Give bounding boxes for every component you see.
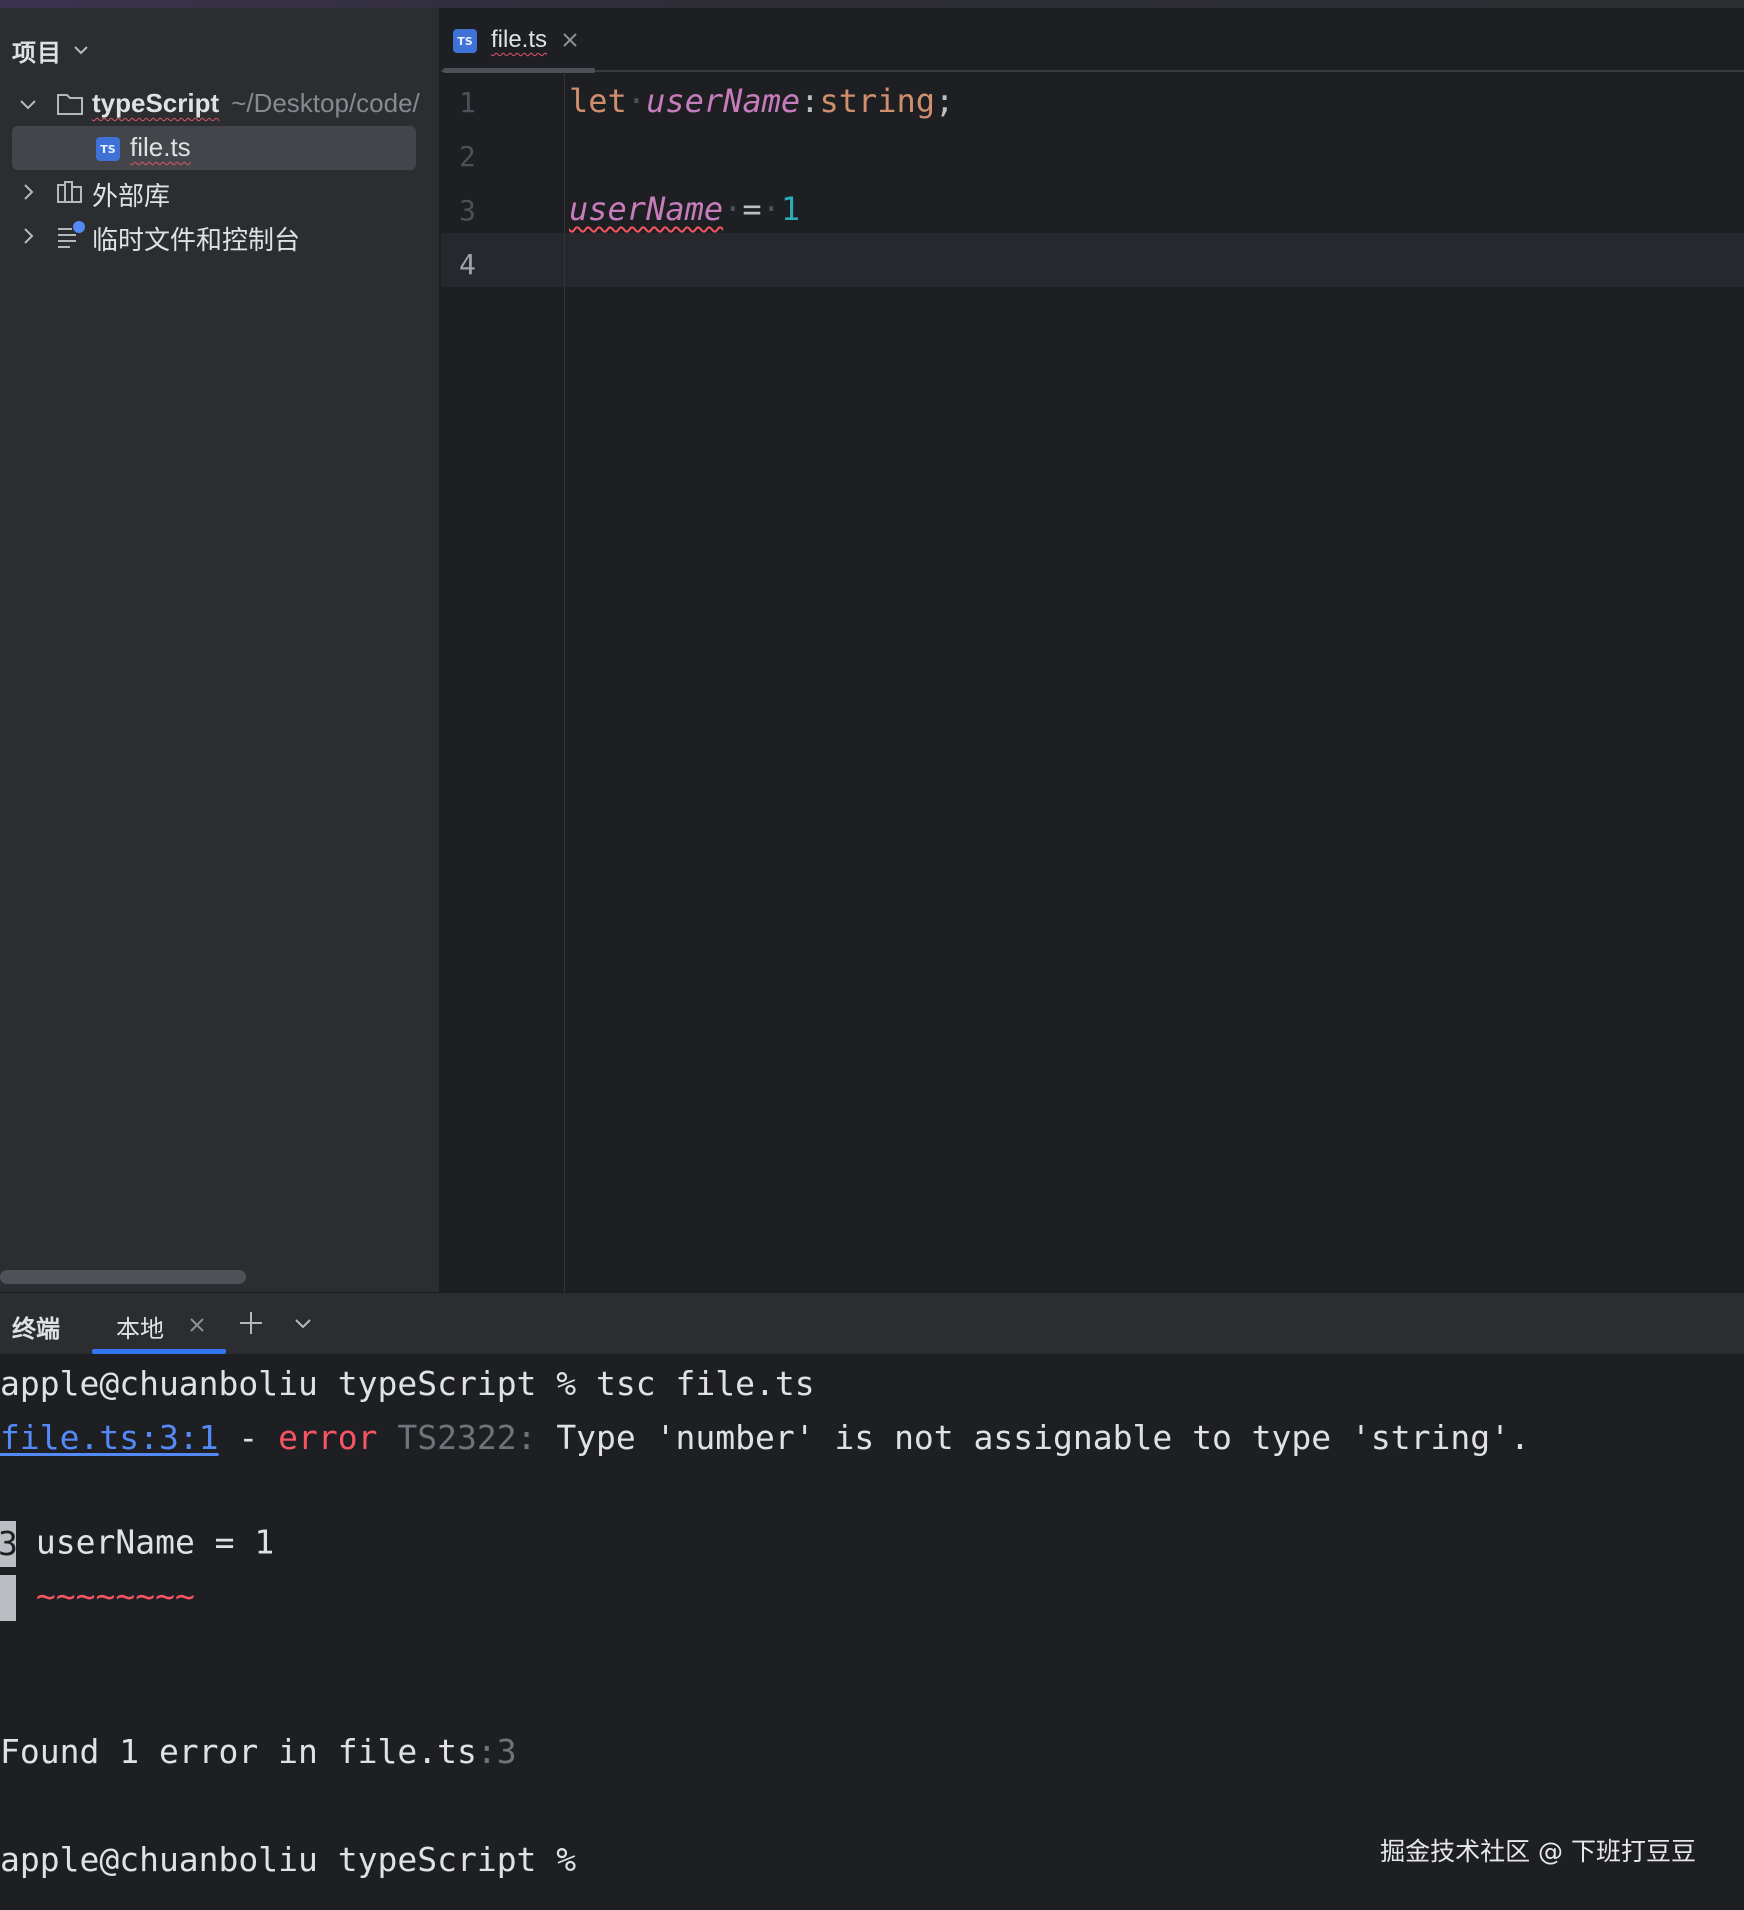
chevron-down-icon[interactable]	[72, 41, 90, 59]
library-icon	[56, 179, 84, 205]
editor: TS file.ts 1 2 3 4 let·userName:string; …	[441, 8, 1744, 1292]
terminal-source-line: 3 userName = 1	[0, 1521, 274, 1567]
error-word: error	[278, 1418, 378, 1457]
line-number: 2	[459, 140, 476, 173]
folder-icon	[56, 91, 84, 117]
window-top-strip	[0, 0, 1744, 8]
source-gutter-marker	[0, 1575, 16, 1621]
error-message: Type 'number' is not assignable to type …	[556, 1418, 1530, 1457]
watermark: 掘金技术社区 @ 下班打豆豆	[1380, 1837, 1696, 1866]
code-assign: =	[742, 190, 762, 228]
terminal-title: 终端	[12, 1316, 60, 1343]
code-variable: userName	[646, 82, 801, 120]
code-number: 1	[780, 190, 801, 228]
tree-item-root[interactable]: typeScript ~/Desktop/code/	[0, 82, 439, 126]
plus-icon[interactable]	[238, 1310, 264, 1336]
chevron-right-icon[interactable]	[18, 182, 38, 202]
code-colon: :	[800, 82, 820, 120]
line-number-gutter: 1 2 3 4	[441, 72, 565, 1292]
code-line-1[interactable]: let·userName:string;	[569, 82, 954, 120]
tree-file-name: file.ts	[130, 132, 191, 162]
terminal-command-line: apple@chuanboliu typeScript % tsc file.t…	[0, 1364, 815, 1403]
tree-root-path: ~/Desktop/code/	[231, 88, 420, 118]
error-tildes: ~~~~~~~~	[35, 1576, 195, 1616]
project-panel: 项目 typeScript ~/Desktop/code/ TS file.ts …	[0, 8, 440, 1292]
terminal-output[interactable]: apple@chuanboliu typeScript % tsc file.t…	[0, 1354, 1744, 1910]
terminal-tab-local[interactable]: 本地	[92, 1293, 226, 1355]
tree-item-scratches[interactable]: 临时文件和控制台	[0, 214, 439, 258]
terminal-tab-label: 本地	[116, 1316, 164, 1343]
project-tree: typeScript ~/Desktop/code/ TS file.ts 外部库…	[0, 82, 439, 258]
tree-external-libraries-label: 外部库	[92, 181, 171, 211]
typescript-file-icon: TS	[96, 137, 120, 161]
scratches-icon	[56, 220, 86, 250]
terminal-error-line: file.ts:3:1 - error TS2322: Type 'number…	[0, 1418, 1530, 1457]
project-panel-header[interactable]: 项目	[12, 26, 90, 74]
close-icon[interactable]	[189, 1317, 205, 1333]
editor-tab-file[interactable]: TS file.ts	[441, 8, 596, 73]
editor-tab-label: file.ts	[491, 26, 548, 53]
tree-scratches-label: 临时文件和控制台	[92, 225, 301, 255]
chevron-down-icon[interactable]	[18, 94, 38, 114]
source-code: userName = 1	[16, 1522, 275, 1562]
chevron-down-icon[interactable]	[294, 1315, 312, 1333]
line-number: 3	[459, 194, 476, 227]
error-code: TS2322:	[377, 1418, 557, 1457]
tree-item-external-libraries[interactable]: 外部库	[0, 170, 439, 214]
terminal-prompt-line: apple@chuanboliu typeScript %	[0, 1840, 577, 1879]
typescript-file-icon: TS	[453, 29, 477, 53]
code-variable-error: userName	[569, 190, 724, 228]
source-line-number: 3	[0, 1521, 16, 1567]
code-line-3[interactable]: userName·=·1	[569, 190, 800, 228]
line-number-current: 4	[459, 248, 476, 281]
editor-tab-bar: TS file.ts	[441, 8, 1744, 73]
tree-root-name: typeScript	[92, 88, 220, 118]
error-location-link[interactable]: file.ts:3:1	[0, 1418, 219, 1457]
chevron-right-icon[interactable]	[18, 226, 38, 246]
line-number: 1	[459, 86, 476, 119]
terminal-tilde-line: ~~~~~~~~	[0, 1575, 195, 1621]
error-dash: -	[218, 1418, 279, 1457]
summary-location: :3	[476, 1732, 517, 1771]
code-keyword: let	[569, 82, 627, 120]
code-type: string	[819, 82, 936, 120]
code-semicolon: ;	[935, 82, 955, 120]
terminal-toolbar: 终端 本地	[0, 1292, 1744, 1354]
current-line-highlight	[441, 233, 1744, 287]
horizontal-scrollbar[interactable]	[0, 1270, 246, 1284]
project-panel-title: 项目	[12, 39, 62, 67]
tree-item-file[interactable]: TS file.ts	[12, 126, 416, 170]
terminal-summary-line: Found 1 error in file.ts:3	[0, 1732, 517, 1771]
close-icon[interactable]	[562, 32, 578, 48]
summary-text: Found 1 error in file.ts	[0, 1732, 477, 1771]
